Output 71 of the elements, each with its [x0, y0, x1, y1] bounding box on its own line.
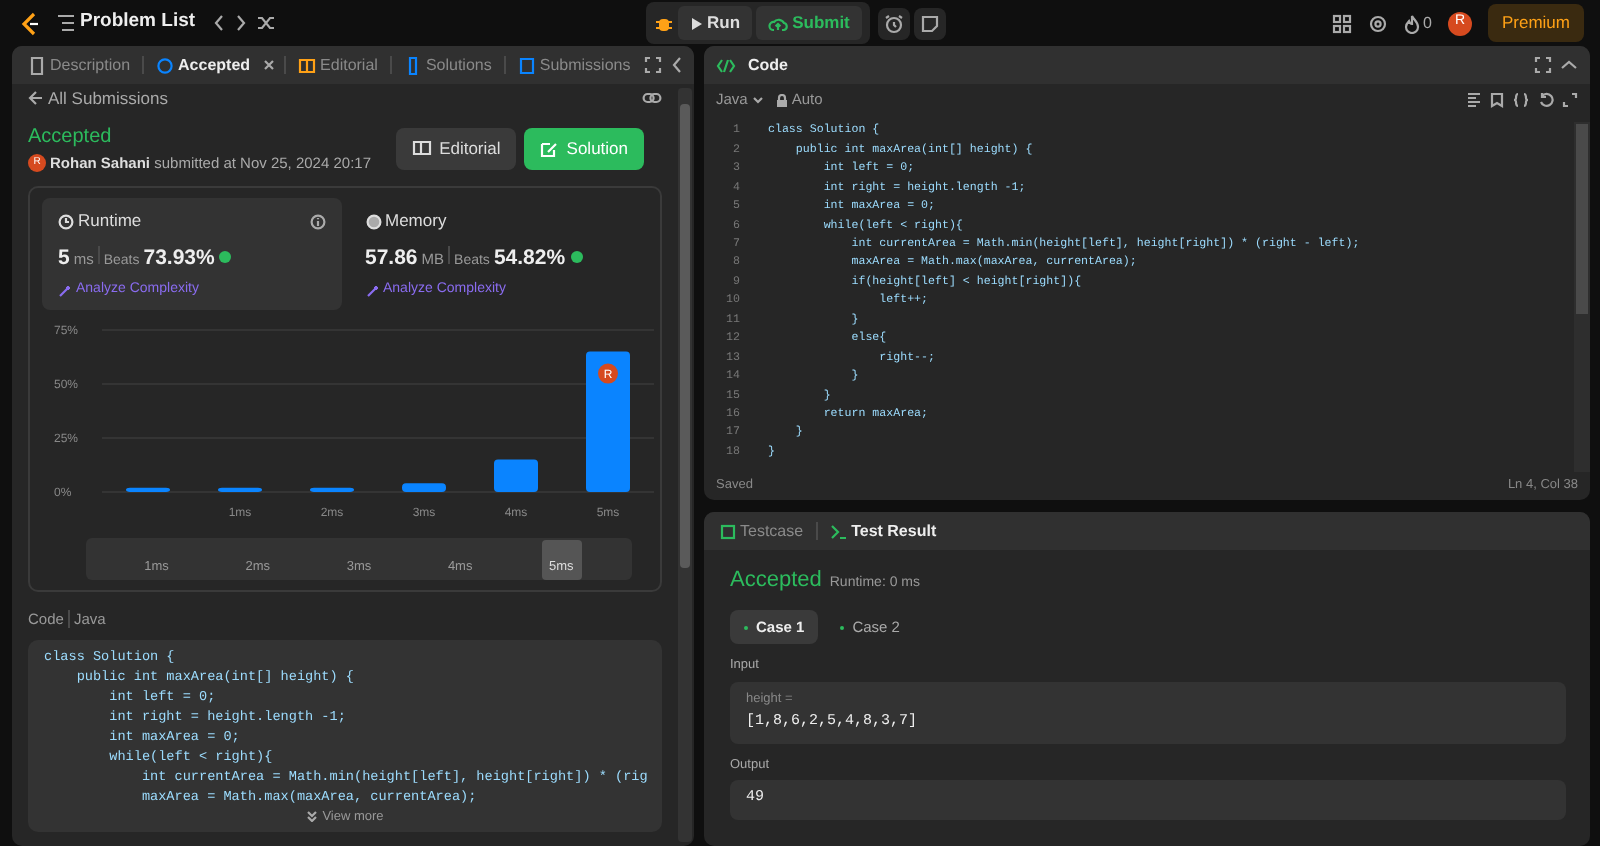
all-submissions-link[interactable]: All Submissions [48, 85, 168, 111]
format-icon[interactable] [1466, 92, 1482, 108]
fullscreen-icon[interactable] [1562, 92, 1578, 108]
expand-icon[interactable] [644, 56, 662, 74]
checkbox-icon [720, 523, 736, 539]
panel-tab[interactable]: Editorial [294, 53, 382, 77]
editorial-button[interactable]: Editorial [395, 127, 517, 169]
run-button[interactable]: Run [677, 6, 753, 40]
logo-icon[interactable] [20, 11, 40, 35]
lock-icon [775, 93, 788, 107]
problem-list-link[interactable]: Problem List [80, 8, 196, 38]
tab-icon [517, 55, 536, 75]
play-icon [689, 15, 704, 31]
list-icon[interactable] [56, 14, 76, 32]
alarm-clock-icon[interactable] [883, 13, 904, 33]
caret-icon [751, 96, 764, 104]
panel-tab[interactable]: Testcase [716, 519, 808, 543]
tab-icon [28, 55, 46, 75]
tab-icon [156, 55, 175, 75]
panel-tab[interactable]: Description [24, 53, 135, 77]
chart-bar [218, 488, 262, 493]
chevron-right-icon[interactable] [233, 14, 248, 32]
chart-bar [310, 488, 354, 493]
braces-icon[interactable] [1512, 92, 1530, 108]
chart-bar [402, 483, 446, 493]
bookmark-icon[interactable] [1490, 92, 1504, 108]
reset-icon[interactable] [1538, 92, 1554, 108]
stat-value: 57.86 [365, 244, 418, 274]
chart-bar [586, 352, 630, 493]
grid-icon[interactable] [1331, 13, 1352, 33]
code-icon [716, 57, 736, 73]
settings-icon[interactable] [1367, 13, 1388, 33]
result-status: Accepted [730, 566, 822, 596]
info-icon[interactable] [309, 213, 325, 230]
cloud-upload-icon [768, 15, 789, 31]
flame-icon[interactable] [1403, 13, 1420, 33]
stat-title: Memory [385, 208, 447, 234]
chart-bar [126, 488, 170, 493]
panel-tab[interactable]: Submissions [513, 53, 635, 77]
chart-bar [494, 460, 538, 493]
chevron-up-icon[interactable] [1560, 56, 1578, 74]
book-icon [411, 140, 432, 157]
stat-value: 5 [58, 244, 70, 274]
panel-title: Code [746, 53, 790, 77]
panel-tab[interactable]: Accepted [152, 53, 255, 77]
stat-title: Runtime [78, 208, 142, 234]
submission-status: Accepted [28, 124, 114, 152]
panel-tab[interactable]: Solutions [399, 53, 496, 77]
terminal-icon [829, 523, 848, 539]
arrow-left-icon[interactable] [28, 90, 44, 106]
submit-button[interactable]: Submit [756, 6, 862, 40]
panel-tab[interactable]: Test Result [825, 519, 941, 543]
expand-icon[interactable] [1534, 56, 1552, 74]
close-icon[interactable] [262, 58, 277, 72]
shuffle-icon[interactable] [255, 14, 276, 32]
tab-icon [403, 55, 422, 75]
scrollbar-thumb[interactable] [680, 104, 690, 568]
beats-percentage: 73.93% [143, 244, 215, 274]
clock-icon [58, 213, 74, 230]
edit-icon [540, 139, 559, 158]
scrollbar-thumb[interactable] [1576, 124, 1588, 314]
chevrons-down-icon [306, 810, 319, 823]
beats-percentage: 54.82% [493, 244, 566, 274]
bug-icon[interactable] [653, 13, 674, 33]
note-icon[interactable] [919, 13, 940, 33]
premium-button[interactable]: Premium [1487, 4, 1584, 42]
link-icon[interactable] [642, 90, 662, 106]
tab-icon [298, 55, 317, 75]
chevron-left-icon[interactable] [211, 14, 226, 32]
streak-count: 0 [1423, 11, 1432, 35]
chevron-left-icon[interactable] [670, 56, 682, 74]
